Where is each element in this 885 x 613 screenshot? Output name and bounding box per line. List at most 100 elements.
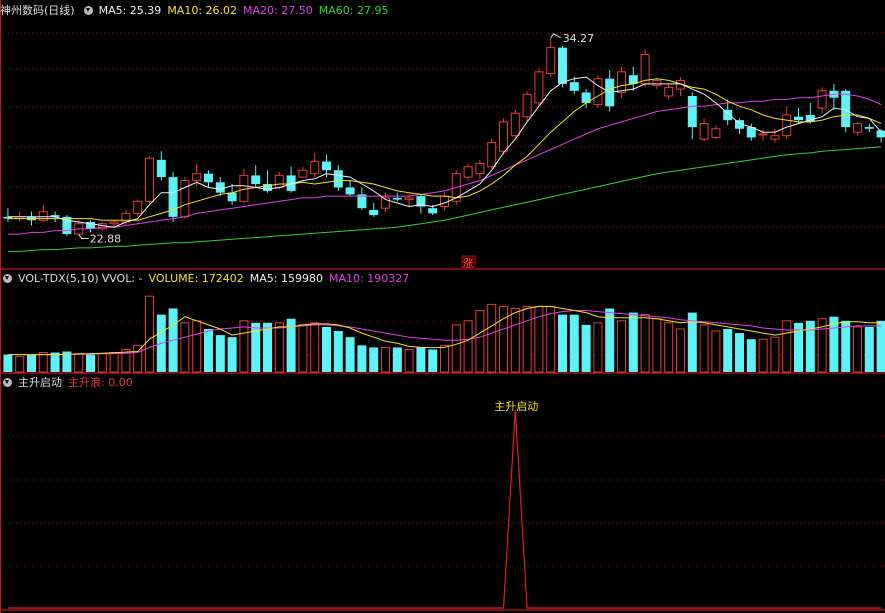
candle-up: [133, 200, 143, 214]
candle-up: [546, 47, 556, 75]
candle-up: [593, 78, 603, 106]
ma20-label: MA20: 27.50: [243, 4, 313, 17]
volume-bar-down: [864, 326, 874, 372]
volume-title: VOL-TDX(5,10): [18, 272, 99, 285]
volume-bar-down: [333, 331, 343, 372]
volume-bar-down: [428, 349, 438, 372]
volume-bar-up: [97, 353, 107, 373]
volume-bar-up: [440, 344, 449, 373]
candle-up: [853, 123, 862, 133]
dropdown-icon[interactable]: [83, 6, 93, 15]
high-marker: [550, 33, 561, 39]
signal-line: [7, 409, 882, 609]
dropdown-icon[interactable]: [3, 274, 12, 283]
volume-bar-down: [841, 320, 851, 372]
volume-bar-up: [652, 318, 662, 373]
volume-bar-up: [546, 305, 556, 373]
chart-stage: 34.27 22.88 涨主升启动 神州数码(日线) MA5: 25.39 MA10: …: [0, 0, 885, 613]
candle-up: [109, 221, 119, 225]
volume-bar-up: [475, 310, 485, 373]
volume-bar-down: [876, 320, 885, 372]
dropdown-icon[interactable]: [3, 378, 12, 387]
signal-value-label: 主升浪: 0.00: [68, 376, 133, 389]
candle-down: [322, 161, 331, 171]
signal-label: 主升启动: [494, 400, 538, 413]
volume-bar-up: [133, 344, 143, 373]
volume-bar-down: [263, 322, 272, 372]
candle-down: [794, 116, 803, 121]
candle-down: [333, 170, 343, 188]
volume-bar-up: [381, 346, 390, 373]
volume-bar-down: [50, 352, 60, 372]
ma60-label: MA60: 27.95: [318, 4, 389, 17]
price-header: 神州数码(日线) MA5: 25.39 MA10: 26.02 MA20: 27.50…: [0, 3, 394, 19]
candle-down: [369, 209, 379, 216]
volume-bar-up: [239, 320, 249, 373]
candle-up: [487, 142, 497, 168]
candle-up: [758, 133, 768, 136]
volume-bar-up: [451, 324, 461, 373]
volume-bar-down: [392, 347, 402, 372]
candle-up: [664, 86, 674, 97]
volume-bar-down: [86, 354, 95, 372]
volume-bar-up: [676, 328, 685, 373]
low-price-label: 22.88: [90, 232, 122, 245]
candle-down: [558, 47, 567, 84]
volume-bar-up: [15, 356, 25, 373]
candle-up: [463, 166, 473, 178]
volume-bar-up: [310, 322, 320, 373]
volume-bar-up: [758, 338, 768, 373]
signal-header: 主升启动 主升浪: 0.00: [0, 375, 139, 391]
volume-bar-up: [699, 324, 709, 373]
candle-down: [569, 82, 579, 91]
candle-up: [499, 121, 508, 152]
volume-bar-up: [522, 305, 532, 373]
volume-bar-down: [416, 347, 426, 372]
volume-bar-down: [723, 328, 733, 372]
candle-down: [156, 159, 166, 178]
candle-down: [864, 127, 874, 129]
candle-up: [522, 93, 532, 118]
volume-bar-up: [463, 320, 473, 373]
candle-up: [711, 128, 721, 138]
volume-bar-up: [617, 320, 626, 373]
volume-bar-up: [711, 330, 721, 373]
volume-bar-down: [628, 312, 638, 372]
volume-bar-down: [735, 333, 744, 372]
volume-bar-up: [180, 322, 190, 373]
volume-bar-down: [3, 354, 13, 372]
volume-bar-up: [487, 303, 497, 373]
candle-up: [782, 114, 792, 137]
low-marker: [78, 234, 89, 239]
volume-bar-up: [853, 326, 862, 373]
vol-ma10-label: MA10: 190327: [329, 272, 410, 285]
candle-up: [770, 135, 780, 140]
volume-bar-up: [109, 352, 119, 373]
candle-up: [534, 71, 544, 104]
volume-header: VOL-TDX(5,10) VVOL: - VOLUME: 172402 MA5: 1…: [0, 271, 415, 287]
volume-bar-up: [664, 322, 674, 373]
vvol-label: VVOL: -: [101, 272, 143, 285]
volume-bar-down: [746, 339, 756, 372]
candle-up: [817, 90, 827, 109]
candle-up: [617, 71, 626, 94]
signal-title: 主升启动: [18, 376, 62, 389]
volume-bar-down: [215, 335, 225, 372]
candle-down: [227, 192, 237, 202]
volume-bar-up: [782, 320, 792, 373]
ma5-label: MA5: 25.39: [98, 4, 162, 17]
volume-bar-up: [510, 307, 520, 373]
volume-bar-down: [369, 347, 379, 372]
candle-up: [274, 174, 284, 188]
volume-bar-down: [357, 345, 367, 372]
volume-bar-up: [770, 336, 780, 373]
volume-bar-down: [204, 328, 213, 372]
rise-marker-text: 涨: [463, 257, 474, 270]
candle-up: [475, 162, 485, 175]
candle-up: [192, 173, 202, 182]
volume-bar-down: [27, 354, 36, 372]
volume-bar-up: [192, 320, 202, 373]
candle-up: [298, 169, 308, 178]
chart-canvas: 34.27 22.88 涨主升启动: [0, 0, 885, 613]
volume-bar-down: [227, 337, 237, 372]
